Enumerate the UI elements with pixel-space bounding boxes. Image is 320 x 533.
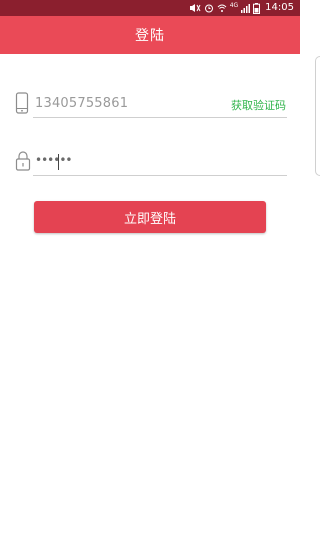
mute-icon — [189, 3, 201, 13]
phone-field[interactable]: 13405755861 获取验证码 — [15, 92, 287, 118]
page-title: 登陆 — [135, 28, 165, 44]
phone-field-underline — [33, 117, 287, 118]
get-verification-code-button[interactable]: 获取验证码 — [231, 97, 286, 113]
edge-drawer-handle[interactable] — [315, 56, 320, 176]
status-bar: 4G 14:05 — [0, 0, 300, 16]
battery-icon — [253, 2, 261, 14]
app-bar: 登陆 — [0, 16, 300, 54]
wifi-icon — [217, 3, 227, 13]
password-field[interactable]: •••••• — [15, 150, 287, 176]
lock-icon — [15, 150, 31, 174]
login-button-label: 立即登陆 — [123, 211, 176, 227]
alarm-icon — [204, 3, 214, 13]
status-time: 14:05 — [265, 2, 294, 13]
text-cursor — [58, 154, 59, 170]
password-input[interactable]: •••••• — [35, 153, 72, 167]
phone-input[interactable]: 13405755861 — [35, 96, 128, 111]
network-type-label: 4G — [229, 2, 239, 9]
status-icons: 4G 14:05 — [189, 2, 294, 14]
phone-icon — [15, 92, 31, 116]
password-field-underline — [33, 175, 287, 176]
signal-icon — [241, 3, 251, 13]
login-button[interactable]: 立即登陆 — [34, 201, 266, 233]
